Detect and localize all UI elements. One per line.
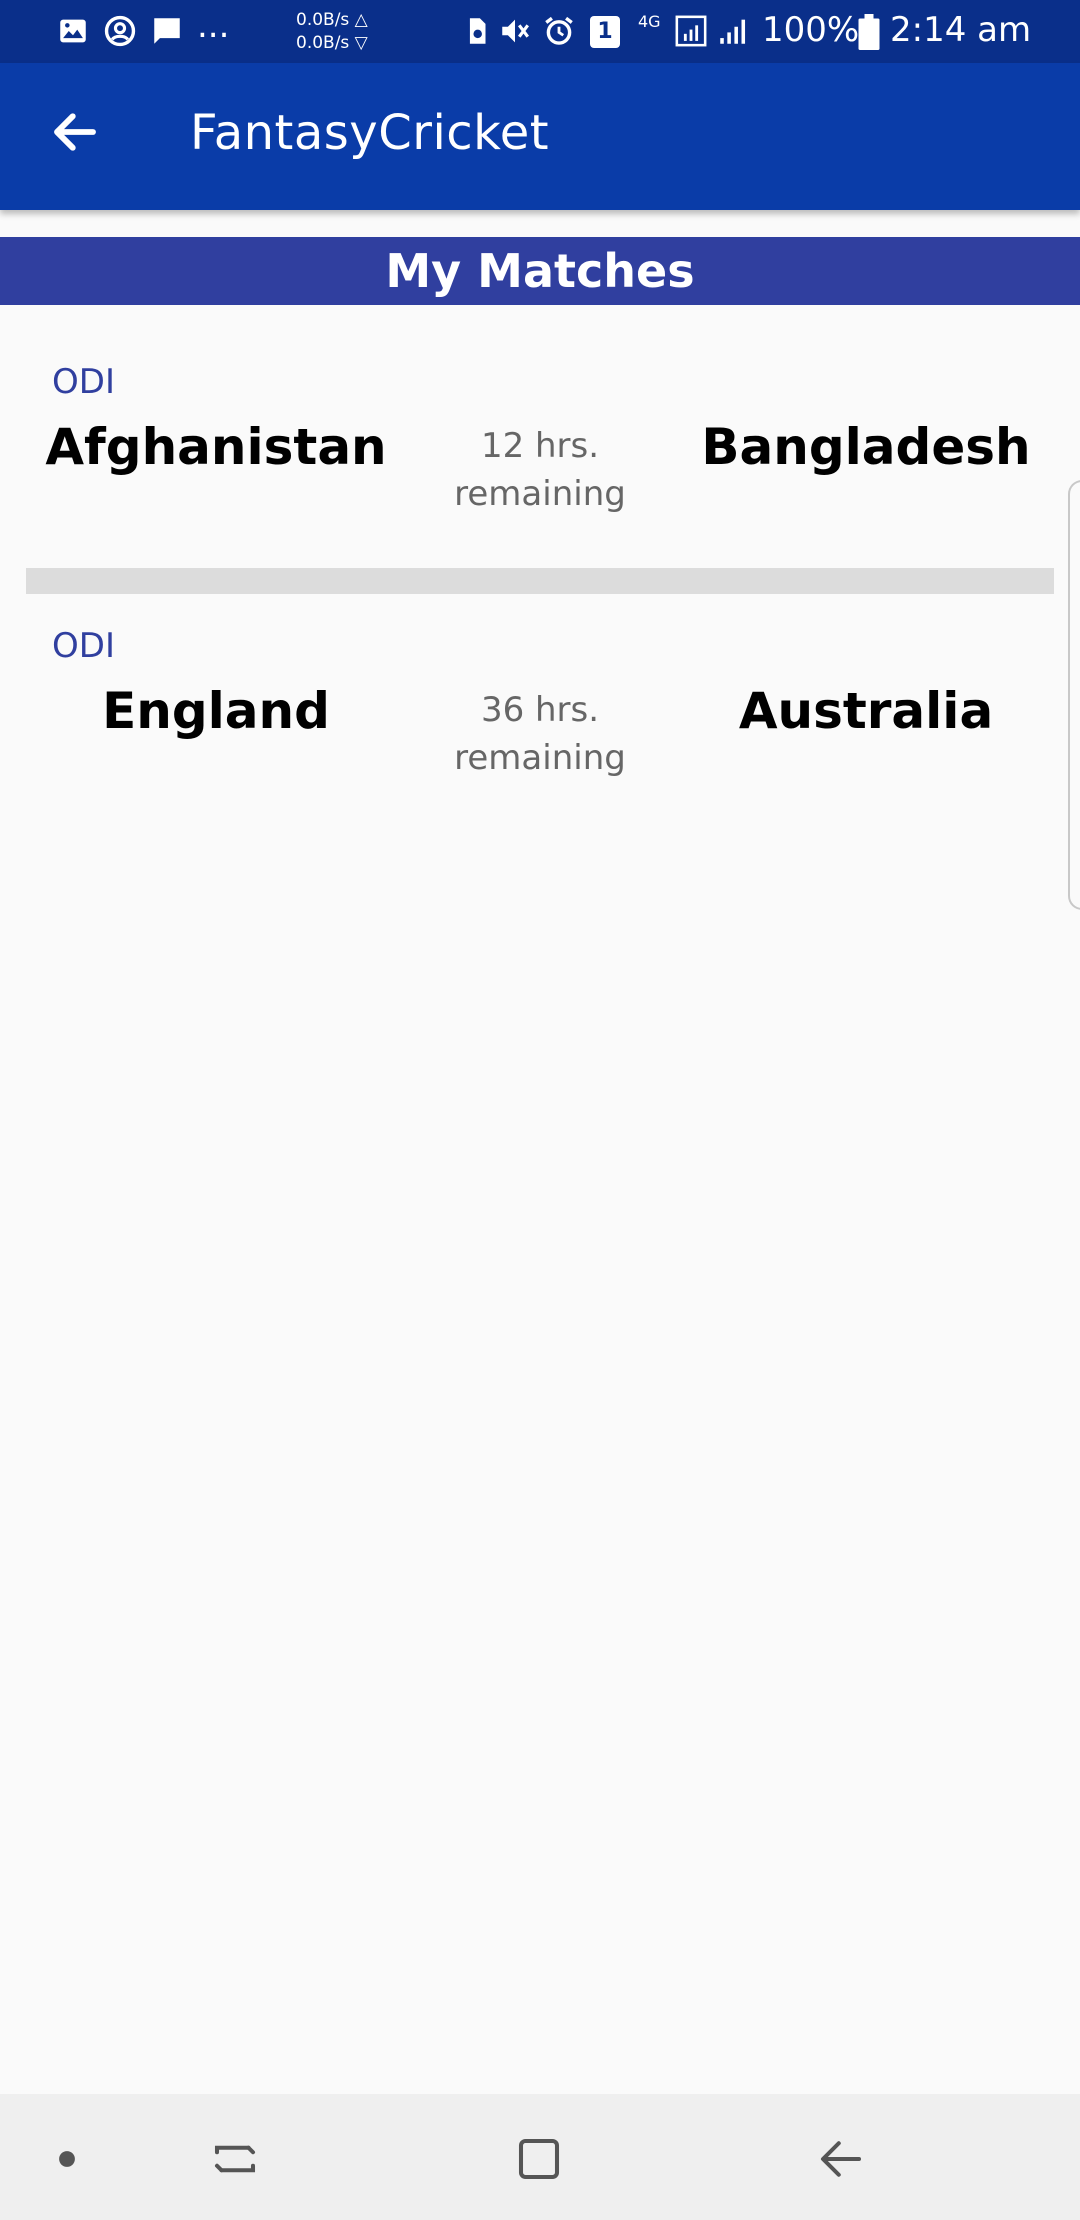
signal-r-icon [675, 15, 707, 47]
arrow-back-icon[interactable] [48, 105, 102, 159]
signal-icon [720, 19, 746, 44]
match-card[interactable]: ODI England 36 hrs. remaining Australia [0, 626, 1080, 866]
sim-icon [469, 18, 486, 44]
network-4g-icon: 4G [638, 12, 661, 31]
navigation-bar [0, 2094, 1080, 2220]
status-overflow: ... [197, 6, 230, 46]
recents-icon[interactable] [208, 2132, 262, 2186]
alarm-icon [545, 16, 573, 45]
time-remaining: 12 hrs. remaining [390, 422, 690, 518]
status-time: 2:14 am [890, 10, 1032, 50]
upload-speed: 0.0B/s △ [296, 10, 368, 30]
match-card[interactable]: ODI Afghanistan 12 hrs. remaining Bangla… [0, 362, 1080, 602]
vibrate-icon [502, 19, 529, 43]
app-title: FantasyCricket [190, 105, 550, 161]
app-bar: FantasyCricket [0, 63, 1080, 210]
sim-1-icon: 1 [590, 16, 620, 48]
dot-icon[interactable] [40, 2132, 94, 2186]
time-hours: 12 hrs. [480, 426, 600, 466]
home-icon[interactable] [512, 2132, 566, 2186]
team-a: England [102, 682, 330, 740]
divider [26, 568, 1054, 594]
time-remaining: 36 hrs. remaining [390, 686, 690, 782]
account-circle-icon [104, 15, 136, 47]
time-label: remaining [454, 738, 626, 778]
battery-icon [858, 14, 880, 50]
match-type: ODI [52, 362, 115, 402]
team-b: Bangladesh [701, 418, 1031, 476]
back-icon[interactable] [814, 2132, 868, 2186]
section-header: My Matches [0, 237, 1080, 305]
battery-percent: 100% [762, 10, 860, 50]
download-speed: 0.0B/s ▽ [296, 33, 368, 53]
message-icon [154, 18, 180, 44]
team-b: Australia [738, 682, 994, 740]
time-label: remaining [454, 474, 626, 514]
image-icon [60, 19, 86, 43]
edge-panel-handle[interactable] [1068, 480, 1080, 910]
match-type: ODI [52, 626, 115, 666]
team-a: Afghanistan [45, 418, 387, 476]
status-bar: ... 0.0B/s △ 0.0B/s ▽ 1 4G 100% 2:14 am [0, 0, 1080, 63]
time-hours: 36 hrs. [480, 690, 600, 730]
